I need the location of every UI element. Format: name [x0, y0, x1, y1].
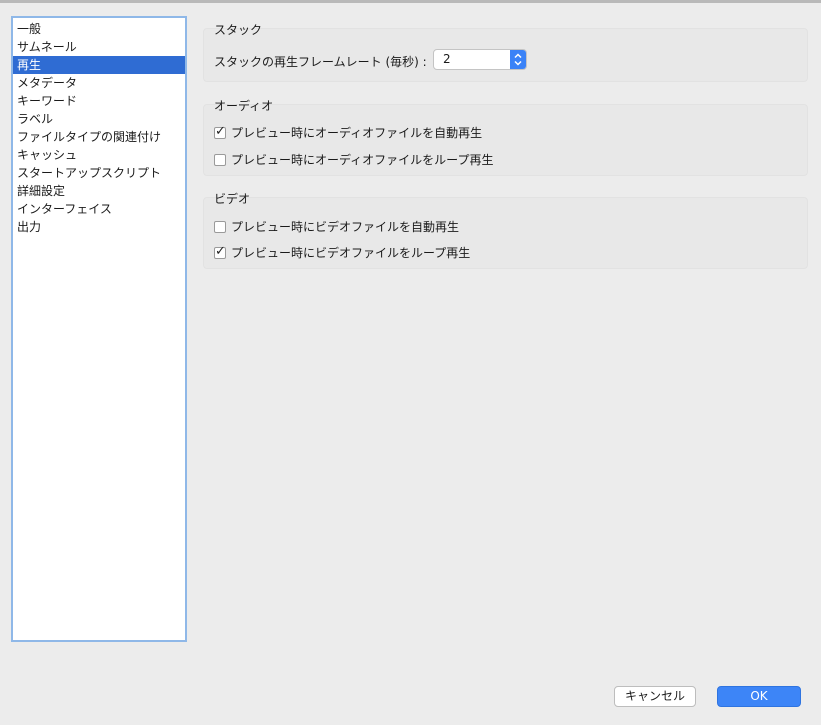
video-autoplay-label: プレビュー時にビデオファイルを自動再生 — [231, 220, 460, 234]
sidebar-item[interactable]: 一般 — [13, 20, 185, 38]
video-group-title: ビデオ — [214, 192, 251, 206]
sidebar-list: 一般 サムネール 再生 メタデータ キーワード ラベル ファイルタイプの関連付け キャッシュス… — [13, 18, 185, 236]
cancel-button[interactable]: キャンセル — [614, 686, 696, 707]
window-top-edge — [0, 0, 821, 3]
stack-framerate-stepper[interactable]: 2 — [433, 49, 527, 70]
audio-autoplay-row[interactable]: ✓ プレビュー時にオーディオファイルを自動再生 — [214, 124, 482, 141]
sidebar-item[interactable]: メタデータ — [13, 74, 185, 92]
sidebar-item[interactable]: スタートアップスクリプト — [13, 164, 185, 182]
checkmark-icon: ✓ — [215, 123, 226, 139]
stepper-arrows-icon[interactable] — [510, 50, 526, 69]
sidebar-item[interactable]: インターフェイス — [13, 200, 185, 218]
audio-loop-label: プレビュー時にオーディオファイルをループ再生 — [231, 153, 494, 167]
stack-framerate-label: スタックの再生フレームレート (毎秒) : — [214, 55, 427, 69]
video-autoplay-row[interactable]: プレビュー時にビデオファイルを自動再生 — [214, 218, 459, 235]
video-autoplay-checkbox[interactable] — [214, 220, 226, 233]
audio-group-title: オーディオ — [214, 99, 274, 113]
preferences-sidebar[interactable]: 一般 サムネール 再生 メタデータ キーワード ラベル ファイルタイプの関連付け キャッシュス… — [11, 16, 187, 642]
stack-group-title: スタック — [214, 23, 263, 37]
audio-autoplay-checkbox[interactable]: ✓ — [214, 123, 226, 139]
audio-autoplay-label: プレビュー時にオーディオファイルを自動再生 — [231, 126, 483, 140]
sidebar-item[interactable]: ファイルタイプの関連付け — [13, 128, 185, 146]
sidebar-item[interactable]: キーワード — [13, 92, 185, 110]
video-loop-checkbox[interactable]: ✓ — [214, 243, 226, 259]
checkmark-icon: ✓ — [215, 243, 226, 259]
sidebar-item[interactable]: 出力 — [13, 218, 185, 236]
sidebar-item[interactable]: 再生 — [13, 56, 185, 74]
stack-framerate-row: スタックの再生フレームレート (毎秒) : — [214, 53, 427, 70]
up-down-chevron-icon — [514, 53, 522, 66]
audio-loop-row[interactable]: プレビュー時にオーディオファイルをループ再生 — [214, 151, 493, 168]
sidebar-item[interactable]: 詳細設定 — [13, 182, 185, 200]
ok-button[interactable]: OK — [717, 686, 801, 707]
sidebar-item[interactable]: ラベル — [13, 110, 185, 128]
stack-framerate-value: 2 — [443, 52, 451, 66]
audio-loop-checkbox[interactable] — [214, 153, 226, 166]
sidebar-item[interactable]: サムネール — [13, 38, 185, 56]
video-loop-row[interactable]: ✓ プレビュー時にビデオファイルをループ再生 — [214, 244, 470, 261]
sidebar-item[interactable]: キャッシュ — [13, 146, 185, 164]
video-loop-label: プレビュー時にビデオファイルをループ再生 — [231, 246, 471, 260]
